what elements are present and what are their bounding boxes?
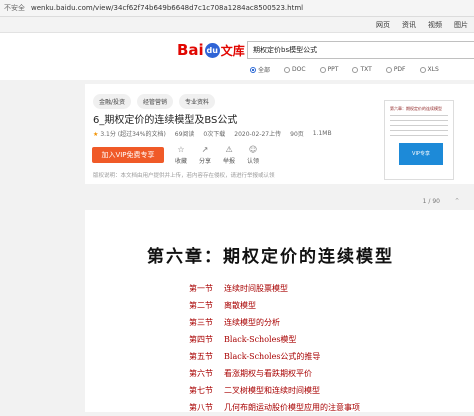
doc-size: 1.1MB: [312, 130, 332, 137]
doc-actions: ☆ 收藏 ↗ 分享 ⚠ 举报 ☺ 认领: [175, 145, 259, 165]
thumb-vip-badge: VIP专享: [399, 143, 443, 165]
tag[interactable]: 专业资料: [179, 94, 216, 109]
logo-wenku: 文库: [220, 43, 245, 58]
doc-info-card: 金融/投资 经管营销 专业资料 6_期权定价的连续模型及BS公式 ★ 3.1分 …: [85, 84, 474, 184]
document-page: 第六章：期权定价的连续模型 第一节 连续时间股票模型 第二节 离散模型 第三节 连续模…: [85, 210, 474, 412]
radio-icon: [284, 66, 291, 73]
doc-meta: ★ 3.1分 (超过34%的文档) 69阅读 0次下载 2020-02-27上传…: [93, 129, 332, 138]
current-page: 1: [422, 198, 427, 205]
toc-row: 第一节 连续时间股票模型: [189, 284, 288, 293]
radio-icon: [385, 66, 392, 73]
copyright-notice: 版权说明：本文档由用户提供并上传，若内容存在侵权，请进行举报或认领: [93, 173, 275, 179]
paw-icon: du: [204, 42, 220, 58]
nav-link-images[interactable]: 图片: [454, 20, 468, 30]
filter-doc[interactable]: DOC: [284, 65, 306, 74]
toc-row: 第二节 离散模型: [189, 301, 256, 310]
thumb-line: [390, 130, 448, 131]
filter-all[interactable]: 全部: [250, 65, 270, 74]
security-indicator[interactable]: 不安全: [4, 3, 25, 13]
share-button[interactable]: ↗ 分享: [199, 145, 211, 165]
nav-link-news[interactable]: 资讯: [402, 20, 416, 30]
claim-button[interactable]: ☺ 认领: [247, 145, 259, 165]
total-pages: / 90: [428, 198, 440, 205]
doc-downloads: 0次下载: [203, 131, 226, 138]
toc-row: 第八节 几何布朗运动股价模型应用的注意事项: [189, 403, 360, 412]
logo-bai: Bai: [177, 41, 204, 59]
doc-pages: 90页: [290, 131, 304, 138]
address-bar[interactable]: 不安全 wenku.baidu.com/view/34cf62f74b649b6…: [0, 0, 474, 17]
toc-row: 第五节 Black-Scholes公式的推导: [189, 352, 321, 361]
url-text[interactable]: wenku.baidu.com/view/34cf62f74b649b6648d…: [31, 4, 303, 12]
nav-link-video[interactable]: 视频: [428, 20, 442, 30]
filter-xls[interactable]: XLS: [419, 65, 439, 74]
toc-row: 第七节 二叉树模型和连续时间模型: [189, 386, 320, 395]
table-of-contents: 第一节 连续时间股票模型 第二节 离散模型 第三节 连续模型的分析 第四节 Black-…: [189, 280, 360, 416]
warning-icon: ⚠: [225, 145, 233, 154]
nav-link-web[interactable]: 网页: [376, 20, 390, 30]
toc-row: 第六节 看涨期权与看跌期权平价: [189, 369, 312, 378]
toc-row: 第三节 连续模型的分析: [189, 318, 280, 327]
thumb-line: [390, 135, 448, 136]
top-nav: 网页 资讯 视频 图片: [0, 17, 474, 33]
filter-ppt[interactable]: PPT: [319, 65, 338, 74]
chevron-up-icon[interactable]: ⌃: [454, 197, 460, 205]
filter-pdf[interactable]: PDF: [385, 65, 406, 74]
user-icon: ☺: [248, 145, 258, 154]
filetype-filters: 全部 DOC PPT TXT PDF XLS: [250, 65, 439, 74]
chapter-heading: 第六章：期权定价的连续模型: [147, 247, 394, 267]
radio-icon: [250, 66, 256, 73]
page-indicator: 1 / 90 ⌃: [85, 196, 474, 210]
header: Bai du 文库 期权定价bs模型公式 全部 DOC PPT TXT PDF …: [0, 33, 474, 80]
tag[interactable]: 金融/投资: [93, 94, 132, 109]
tag[interactable]: 经管营销: [137, 94, 174, 109]
thumb-title: 第六章：期权定价的连续模型: [390, 106, 442, 111]
star-outline-icon: ☆: [177, 145, 185, 154]
doc-tags: 金融/投资 经管营销 专业资料: [93, 94, 216, 109]
doc-thumbnail[interactable]: 第六章：期权定价的连续模型 VIP专享: [384, 100, 454, 180]
share-icon: ↗: [201, 145, 209, 154]
star-icon: ★: [93, 131, 99, 138]
report-button[interactable]: ⚠ 举报: [223, 145, 235, 165]
vip-free-button[interactable]: 加入VIP免费专享: [92, 147, 164, 163]
doc-reads: 69阅读: [174, 131, 195, 138]
radio-icon: [319, 66, 326, 73]
favorite-button[interactable]: ☆ 收藏: [175, 145, 187, 165]
thumb-line: [390, 125, 448, 126]
doc-title: 6_期权定价的连续模型及BS公式: [93, 115, 238, 126]
thumb-line: [390, 120, 448, 121]
baidu-wenku-logo[interactable]: Bai du 文库: [177, 41, 245, 59]
search-input[interactable]: 期权定价bs模型公式: [247, 41, 474, 59]
radio-icon: [419, 66, 426, 73]
doc-rating: 3.1分 (超过34%的文档): [100, 131, 166, 138]
toc-row: 第四节 Black-Scholes模型: [189, 335, 297, 344]
doc-date: 2020-02-27上传: [234, 131, 282, 138]
radio-icon: [352, 66, 359, 73]
filter-txt[interactable]: TXT: [352, 65, 372, 74]
thumb-line: [390, 115, 448, 116]
